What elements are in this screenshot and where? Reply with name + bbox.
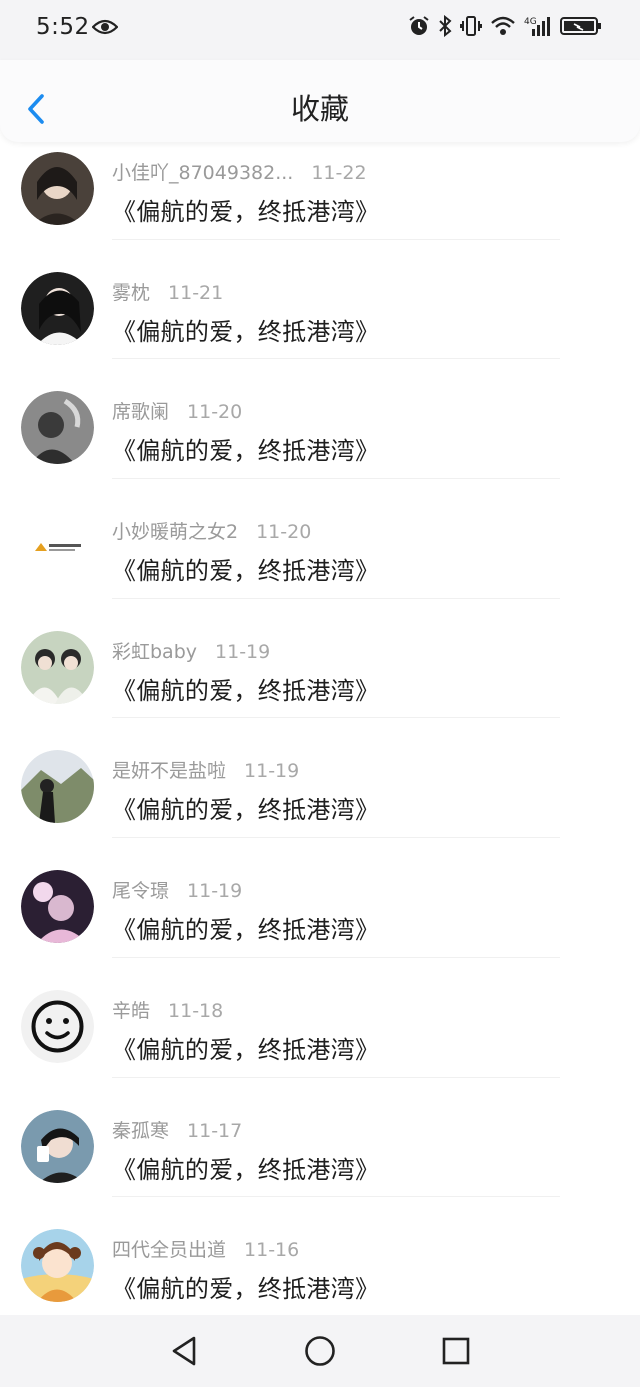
user-name[interactable]: 辛皓 (112, 1000, 150, 1022)
item-meta: 四代全员出道 11-16 (112, 1235, 299, 1262)
list-item[interactable]: 辛皓 11-18 《偏航的爱，终抵港湾》 (0, 958, 640, 1078)
system-navigation-bar (0, 1315, 640, 1387)
page-title: 收藏 (290, 92, 349, 126)
status-icons: 4G (408, 14, 602, 41)
avatar[interactable] (21, 750, 94, 824)
item-title[interactable]: 《偏航的爱，终抵港湾》 (112, 1150, 379, 1185)
top-header: 收藏 (0, 60, 640, 142)
user-name[interactable]: 四代全员出道 (112, 1239, 226, 1261)
user-name[interactable]: 雾枕 (112, 282, 150, 304)
user-name[interactable]: 秦孤寒 (112, 1120, 169, 1142)
favorites-list: 小佳吖_87049382... 11-22 《偏航的爱，终抵港湾》 雾枕 11-21… (0, 120, 640, 1317)
item-date: 11-18 (168, 999, 224, 1022)
list-item[interactable]: 四代全员出道 11-16 《偏航的爱，终抵港湾》 (0, 1197, 640, 1317)
item-meta: 席歌阑 11-20 (112, 397, 242, 424)
circle-home-icon (305, 1336, 335, 1366)
user-name[interactable]: 小佳吖_87049382... (112, 162, 293, 184)
user-name[interactable]: 小妙暖萌之女2 (112, 521, 238, 543)
bluetooth-icon (438, 14, 452, 41)
item-meta: 小妙暖萌之女2 11-20 (112, 517, 311, 544)
list-item[interactable]: 秦孤寒 11-17 《偏航的爱，终抵港湾》 (0, 1078, 640, 1198)
item-title[interactable]: 《偏航的爱，终抵港湾》 (112, 551, 379, 586)
avatar[interactable] (21, 271, 94, 345)
svg-text:4G: 4G (524, 17, 537, 27)
item-title[interactable]: 《偏航的爱，终抵港湾》 (112, 431, 379, 466)
avatar[interactable] (21, 391, 94, 465)
item-title[interactable]: 《偏航的爱，终抵港湾》 (112, 312, 379, 347)
item-title[interactable]: 《偏航的爱，终抵港湾》 (112, 1269, 379, 1304)
list-item[interactable]: 小妙暖萌之女2 11-20 《偏航的爱，终抵港湾》 (0, 479, 640, 599)
avatar[interactable] (21, 152, 94, 225)
nav-home-button[interactable] (304, 1335, 336, 1367)
avatar[interactable] (21, 630, 94, 704)
list-item[interactable]: 彩虹baby 11-19 《偏航的爱，终抵港湾》 (0, 599, 640, 719)
square-recents-icon (442, 1337, 470, 1365)
item-date: 11-17 (187, 1119, 243, 1142)
avatar[interactable] (21, 1229, 94, 1303)
user-name[interactable]: 席歌阑 (112, 401, 169, 423)
item-title[interactable]: 《偏航的爱，终抵港湾》 (112, 192, 379, 227)
list-item[interactable]: 是妍不是盐啦 11-19 《偏航的爱，终抵港湾》 (0, 718, 640, 839)
item-meta: 小佳吖_87049382... 11-22 (112, 158, 367, 185)
user-name[interactable]: 是妍不是盐啦 (112, 760, 226, 782)
eye-icon (91, 18, 119, 40)
signal-icon: 4G (524, 15, 552, 41)
item-date: 11-16 (244, 1239, 300, 1262)
nav-recents-button[interactable] (440, 1335, 472, 1367)
item-meta: 秦孤寒 11-17 (112, 1116, 242, 1143)
status-bar: 5:52 4G (0, 0, 640, 60)
list-item[interactable]: 席歌阑 11-20 《偏航的爱，终抵港湾》 (0, 359, 640, 480)
vibrate-icon (460, 15, 482, 41)
list-item[interactable]: 尾令璟 11-19 《偏航的爱，终抵港湾》 (0, 838, 640, 958)
item-date: 11-20 (256, 521, 312, 544)
item-date: 11-19 (215, 640, 271, 663)
avatar[interactable] (21, 989, 94, 1063)
item-meta: 辛皓 11-18 (112, 996, 223, 1023)
item-date: 11-22 (311, 162, 367, 184)
avatar[interactable] (21, 511, 94, 585)
avatar[interactable] (21, 870, 94, 944)
item-title[interactable]: 《偏航的爱，终抵港湾》 (112, 1030, 379, 1065)
status-time: 5:52 (36, 14, 90, 40)
item-meta: 雾枕 11-21 (112, 278, 223, 305)
avatar[interactable] (21, 1109, 94, 1183)
user-name[interactable]: 尾令璟 (112, 880, 169, 902)
wifi-icon (490, 15, 516, 41)
alarm-icon (408, 15, 430, 41)
battery-icon (560, 15, 602, 41)
item-meta: 是妍不是盐啦 11-19 (112, 756, 299, 783)
item-title[interactable]: 《偏航的爱，终抵港湾》 (112, 910, 379, 945)
item-date: 11-20 (187, 401, 243, 424)
item-title[interactable]: 《偏航的爱，终抵港湾》 (112, 790, 379, 825)
item-title[interactable]: 《偏航的爱，终抵港湾》 (112, 671, 379, 706)
item-meta: 彩虹baby 11-19 (112, 637, 270, 664)
nav-back-button[interactable] (168, 1335, 200, 1367)
item-date: 11-19 (244, 760, 300, 783)
item-meta: 尾令璟 11-19 (112, 876, 242, 903)
triangle-back-icon (172, 1336, 196, 1366)
list-item[interactable]: 雾枕 11-21 《偏航的爱，终抵港湾》 (0, 240, 640, 360)
user-name[interactable]: 彩虹baby (112, 641, 197, 663)
item-date: 11-19 (187, 880, 243, 903)
item-date: 11-21 (168, 281, 224, 304)
